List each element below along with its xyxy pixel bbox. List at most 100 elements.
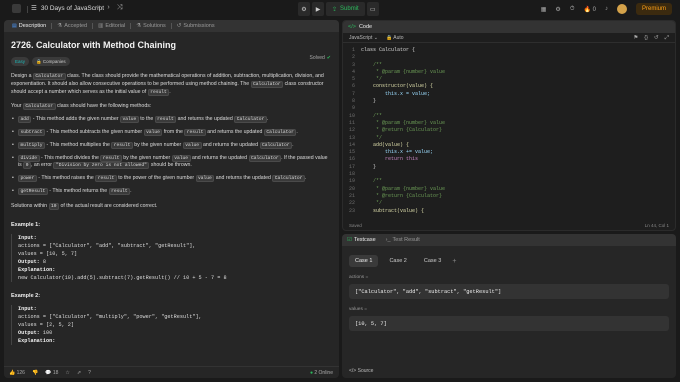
code-line: 7 this.x = value;	[343, 91, 675, 98]
text: and returns the updated	[214, 175, 273, 182]
case-tab[interactable]: Case 1	[349, 255, 379, 267]
problem-list-button[interactable]: ☰ 30 Days of JavaScript	[31, 4, 104, 13]
inline-code: power	[18, 175, 37, 183]
companies-tag[interactable]: 🔒 Companies	[32, 57, 70, 66]
values-input[interactable]: [10, 5, 7]	[349, 316, 669, 331]
code-line: 5 */	[343, 76, 675, 83]
text: .	[296, 128, 298, 135]
bell-icon[interactable]: ♪	[605, 6, 608, 12]
line-number: 9	[351, 105, 355, 112]
code-line: 12 * @return {Calculator}	[343, 127, 675, 134]
input-line: actions = ["Calculator", "multiply", "po…	[18, 313, 202, 320]
difficulty-badge[interactable]: Easy	[11, 57, 30, 66]
next-problem-icon[interactable]: ›	[107, 4, 109, 12]
star-icon[interactable]: ☆	[65, 370, 69, 376]
inline-code: Calculator	[234, 116, 267, 124]
source-button[interactable]: </> Source	[349, 368, 373, 374]
help-icon[interactable]: ?	[88, 370, 91, 376]
line-number: 14	[348, 141, 355, 148]
braces-icon[interactable]: {}	[644, 35, 648, 42]
leetcode-logo-icon[interactable]	[12, 4, 21, 13]
explanation-text: new Calculator(10).add(5).subtract(7).ge…	[18, 274, 227, 281]
tab-editorial[interactable]: ▥ Editorial	[93, 23, 130, 29]
layout-icon[interactable]: ▦	[541, 6, 547, 13]
input-line: values = [10, 5, 7]	[18, 250, 78, 257]
methods-list: add - This method adds the given number …	[11, 116, 332, 196]
tab-test-result[interactable]: ›_ Test Result	[386, 237, 420, 243]
tab-label: Submissions	[183, 23, 215, 29]
inline-code: 0	[23, 162, 31, 170]
text: , an error	[30, 162, 54, 169]
line-text: constructor(value) {	[361, 83, 434, 90]
like-button[interactable]: 👍 126	[9, 370, 25, 376]
inline-code: Calculator	[22, 103, 56, 111]
premium-button[interactable]: Premium	[635, 3, 672, 15]
testcase-footer: </> Source	[349, 368, 373, 374]
streak-counter[interactable]: 🔥 0	[584, 6, 596, 13]
case-tabs: Case 1 Case 2 Case 3 +	[349, 255, 676, 267]
submit-button[interactable]: ⇪ Submit	[326, 2, 365, 16]
comments-button[interactable]: 💬 18	[45, 370, 58, 376]
problem-title[interactable]: 2726. Calculator with Method Chaining	[11, 40, 332, 50]
output-value: 100	[42, 329, 53, 336]
line-text: class Calculator {	[361, 47, 416, 53]
dislike-icon[interactable]: 👎	[32, 370, 38, 376]
example-title: Example 1:	[11, 221, 41, 228]
input-label: Input:	[18, 305, 37, 312]
text: and returns the updated	[205, 128, 264, 135]
text: to the power of the given number	[116, 175, 196, 182]
text: of the actual result are considered corr…	[59, 202, 158, 209]
terminal-icon: ›_	[385, 237, 391, 243]
tab-testcase[interactable]: ☑ Testcase	[347, 237, 376, 243]
tab-label: Testcase	[353, 237, 376, 243]
line-number: 6	[351, 83, 355, 90]
line-number: 5	[351, 76, 355, 83]
inline-code: result	[95, 175, 117, 183]
reset-icon[interactable]: ↺	[654, 35, 659, 42]
shuffle-icon[interactable]: ⤨	[117, 4, 123, 12]
tab-solutions[interactable]: ⚗ Solutions	[131, 23, 171, 29]
code-line: 3 /**	[343, 62, 675, 69]
language-select[interactable]: JavaScript ⌄	[349, 35, 378, 41]
inline-code: subtract	[18, 128, 46, 136]
code-editor[interactable]: 1 class Calculator { 2 3 /** 4 * @param {…	[343, 47, 675, 215]
like-count: 126	[16, 369, 25, 376]
source-label: Source	[357, 368, 374, 374]
line-text: * @return {Calculator}	[361, 192, 443, 199]
notes-button[interactable]: ▭	[366, 2, 379, 16]
tab-accepted[interactable]: ⚗ Accepted	[52, 23, 92, 29]
text: to the	[138, 116, 155, 123]
avatar[interactable]	[616, 4, 627, 14]
line-text: */	[361, 134, 383, 141]
code-line: 17 }	[343, 164, 675, 171]
lock-icon: 🔒	[385, 34, 393, 41]
text: should be thrown.	[149, 162, 192, 169]
divider	[27, 6, 28, 13]
debug-button[interactable]: ⚙	[298, 2, 310, 16]
case-tab[interactable]: Case 3	[418, 255, 447, 267]
inline-code: value	[143, 128, 163, 136]
settings-icon[interactable]: ⚙	[555, 6, 560, 13]
code-line: 22 */	[343, 200, 675, 207]
play-icon: ▶	[315, 6, 321, 13]
tab-label: Solutions	[143, 23, 166, 29]
thumbs-up-icon: 👍	[9, 369, 16, 376]
tab-description[interactable]: ▤ Description	[7, 23, 51, 29]
fullscreen-icon[interactable]: ⤢	[665, 35, 669, 42]
case-tab[interactable]: Case 2	[383, 255, 412, 267]
prev-problem-icon[interactable]: ‹	[98, 4, 100, 12]
companies-label: Companies	[42, 58, 66, 64]
code-line: 18	[343, 171, 675, 178]
code-icon: </>	[348, 24, 356, 30]
auto-toggle[interactable]: 🔒 Auto	[386, 35, 404, 41]
code-line: 20 * @param {number} value	[343, 186, 675, 193]
add-case-icon[interactable]: +	[452, 258, 456, 265]
inline-code: Calculator	[263, 128, 297, 136]
tab-submissions[interactable]: ↺ Submissions	[172, 23, 220, 29]
share-icon[interactable]: ⇗	[77, 370, 81, 376]
timer-icon[interactable]: ⏱	[570, 6, 575, 13]
text: from the	[162, 128, 185, 135]
actions-input[interactable]: ["Calculator", "add", "subtract", "getRe…	[349, 284, 669, 299]
run-button[interactable]: ▶	[312, 2, 324, 16]
bookmark-icon[interactable]: ⚑	[633, 35, 638, 42]
